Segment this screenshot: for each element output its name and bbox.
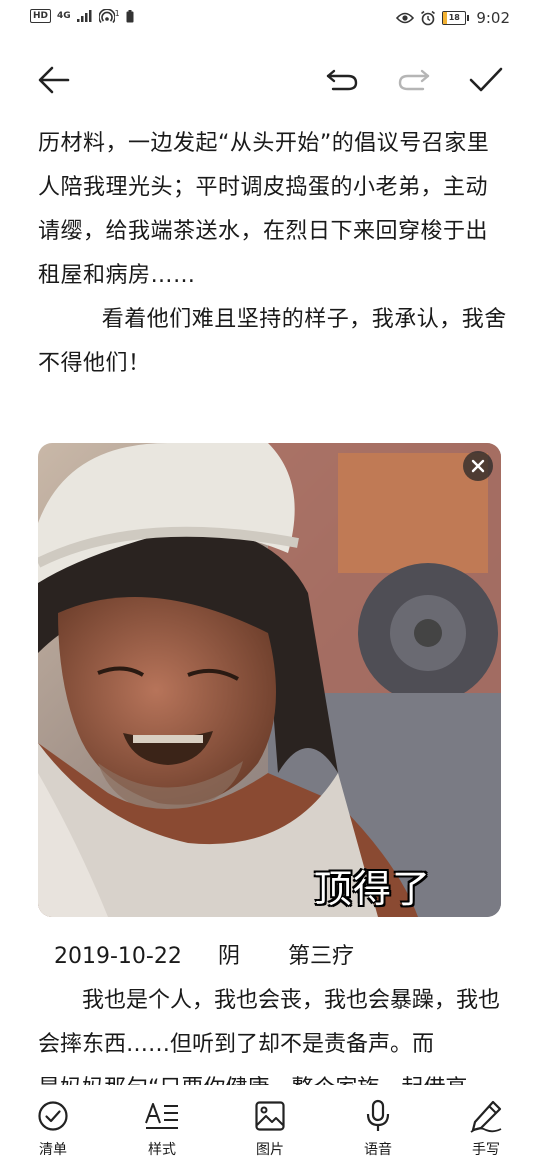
back-button[interactable]: [30, 50, 78, 110]
arrow-left-icon: [38, 66, 70, 94]
photo-illustration: [38, 443, 501, 917]
note-editor[interactable]: 历材料，一边发起“从头开始”的倡议号召家里人陪我理光头；平时调皮捣蛋的小老弟，主…: [38, 122, 508, 386]
network-label: 4G: [57, 11, 71, 21]
voice-label: 语音: [364, 1142, 392, 1158]
diary-entry[interactable]: 2019-10-22 阴 第三疗 我也是个人，我也会丧，我也会暴躁，我也会摔东西…: [38, 935, 508, 1087]
undo-icon: [326, 69, 358, 91]
image-button[interactable]: 图片: [235, 1099, 305, 1159]
image-caption: 顶得了: [313, 867, 431, 911]
eye-icon: [396, 12, 415, 24]
phone-battery-small-icon: [126, 9, 134, 22]
editor-toolbar: [0, 50, 540, 110]
status-right: 18 9:02: [396, 9, 510, 27]
hotspot-icon: [98, 9, 115, 23]
inserted-image[interactable]: 顶得了: [38, 443, 501, 917]
diary-date: 2019-10-22: [54, 944, 182, 969]
remove-image-button[interactable]: [463, 451, 493, 481]
alarm-icon: [421, 10, 436, 26]
bottom-toolbar: 清单 样式 图片 语音 手写: [0, 1085, 540, 1170]
diary-weather: 阴: [218, 944, 241, 969]
voice-button[interactable]: 语音: [343, 1099, 413, 1159]
close-icon: [471, 459, 485, 473]
note-paragraph[interactable]: 我也是个人，我也会丧，我也会暴躁，我也会摔东西……但听到了却不是责备声。而: [38, 979, 508, 1067]
done-button[interactable]: [462, 50, 510, 110]
redo-icon: [398, 69, 430, 91]
note-paragraph[interactable]: 历材料，一边发起“从头开始”的倡议号召家里人陪我理光头；平时调皮捣蛋的小老弟，主…: [38, 122, 508, 298]
note-paragraph-partial[interactable]: 是妈妈那句“只要你健康，整个家族一起借高: [38, 1067, 508, 1087]
handwriting-button[interactable]: 手写: [451, 1099, 521, 1159]
hd-badge: HD: [30, 9, 52, 23]
signal-icon: [76, 10, 92, 22]
handwriting-icon: [470, 1100, 502, 1133]
diary-title: 第三疗: [288, 944, 355, 969]
check-icon: [469, 67, 503, 92]
handwriting-label: 手写: [472, 1142, 500, 1158]
battery-fill: [443, 12, 448, 24]
battery-level: 18: [448, 13, 460, 22]
image-label: 图片: [256, 1142, 284, 1158]
style-label: 样式: [148, 1142, 176, 1158]
image-icon: [255, 1101, 285, 1131]
checklist-label: 清单: [39, 1142, 67, 1158]
microphone-icon: [366, 1099, 390, 1131]
checklist-button[interactable]: 清单: [18, 1099, 88, 1159]
status-left: HD 4G 1: [30, 9, 134, 23]
sim-label: 1: [114, 8, 120, 18]
undo-button[interactable]: [318, 50, 366, 110]
clock: 9:02: [476, 9, 510, 27]
diary-header: 2019-10-22 阴 第三疗: [38, 935, 508, 979]
battery-icon: 18: [442, 11, 470, 25]
status-bar: HD 4G 1 18 9:02: [0, 0, 540, 38]
note-paragraph[interactable]: 看着他们难且坚持的样子，我承认，我舍不得他们！: [38, 298, 508, 386]
text-style-icon: [145, 1103, 178, 1129]
checklist-icon: [38, 1101, 68, 1131]
redo-button[interactable]: [390, 50, 438, 110]
style-button[interactable]: 样式: [127, 1099, 197, 1159]
